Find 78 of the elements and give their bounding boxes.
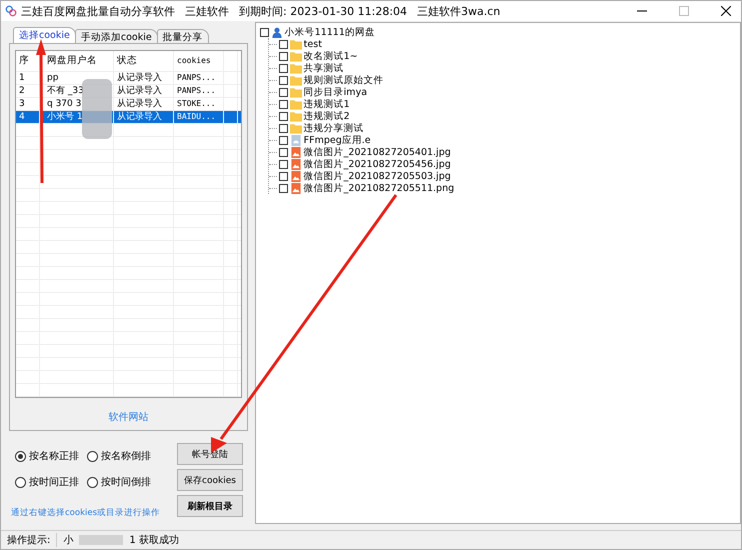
checkbox[interactable] bbox=[278, 112, 288, 120]
tree-item[interactable]: 微信图片_20210827205503.jpg bbox=[304, 170, 451, 182]
tree-item[interactable]: 小米号11111的网盘 bbox=[284, 26, 375, 38]
brand-label: 三娃软件 bbox=[185, 4, 229, 18]
checkbox[interactable] bbox=[278, 184, 288, 192]
checkbox[interactable] bbox=[260, 28, 269, 36]
action-button[interactable]: 刷新根目录 bbox=[177, 495, 243, 517]
table-cell: PANPS... bbox=[174, 85, 224, 97]
table-cell: 从记录导入 bbox=[114, 111, 174, 123]
file-icon bbox=[290, 134, 302, 146]
status-label: 操作提示: bbox=[7, 534, 50, 547]
checkbox[interactable] bbox=[278, 88, 288, 96]
column-header: 状态 bbox=[114, 51, 174, 71]
tree-item[interactable]: 微信图片_20210827205401.jpg bbox=[304, 146, 451, 158]
table-cell: 3 bbox=[16, 98, 40, 110]
checkbox[interactable] bbox=[278, 100, 288, 108]
tree-item[interactable]: 共享测试 bbox=[304, 62, 344, 74]
expiry-label: 到期时间: 2023-01-30 11:28:04 bbox=[239, 4, 408, 18]
checkbox[interactable] bbox=[278, 136, 288, 144]
website-link[interactable]: 软件网站 bbox=[15, 410, 242, 424]
tree-item[interactable]: 同步目录imya bbox=[304, 86, 368, 98]
table-cell: PANPS... bbox=[174, 72, 224, 84]
checkbox[interactable] bbox=[278, 76, 288, 84]
checkbox[interactable] bbox=[278, 172, 288, 180]
table-cell: STOKE... bbox=[174, 98, 224, 110]
table-cell: 从记录导入 bbox=[114, 98, 174, 110]
tree-item[interactable]: 微信图片_20210827205456.jpg bbox=[304, 158, 451, 170]
image-file-icon bbox=[290, 182, 302, 194]
table-cell: 4 bbox=[16, 111, 40, 123]
table-cell: 1 bbox=[16, 72, 40, 84]
sort-radio[interactable]: 按名称倒排 bbox=[87, 449, 167, 463]
folder-icon bbox=[290, 110, 302, 122]
table-cell: BAIDU... bbox=[174, 111, 224, 123]
tree-item[interactable]: test bbox=[304, 38, 322, 50]
site-label: 三娃软件3wa.cn bbox=[417, 4, 500, 18]
checkbox[interactable] bbox=[278, 160, 288, 168]
status-message: 小 bbox=[63, 534, 74, 547]
tree-item[interactable]: 微信图片_20210827205511.png bbox=[304, 182, 454, 194]
action-button[interactable]: 保存cookies bbox=[177, 469, 243, 491]
tree-item[interactable]: 违规分享测试 bbox=[304, 122, 364, 134]
tab[interactable]: 手动添加cookie bbox=[74, 29, 158, 43]
app-logo-icon bbox=[5, 5, 17, 17]
checkbox[interactable] bbox=[278, 40, 288, 48]
folder-icon bbox=[290, 50, 302, 62]
tree-item[interactable]: 改名测试1~ bbox=[304, 50, 358, 62]
folder-icon bbox=[290, 74, 302, 86]
sort-radio[interactable]: 按名称正排 bbox=[15, 449, 87, 463]
column-header: cookies bbox=[174, 51, 224, 71]
sort-radio[interactable]: 按时间倒排 bbox=[87, 475, 167, 489]
folder-icon bbox=[290, 122, 302, 134]
table-cell: 从记录导入 bbox=[114, 72, 174, 84]
checkbox[interactable] bbox=[278, 124, 288, 132]
checkbox[interactable] bbox=[278, 52, 288, 60]
table-cell: 2 bbox=[16, 85, 40, 97]
checkbox[interactable] bbox=[278, 64, 288, 72]
tree-item[interactable]: 规则测试原始文件 bbox=[304, 74, 384, 86]
image-file-icon bbox=[290, 146, 302, 158]
close-icon[interactable] bbox=[721, 6, 731, 16]
tab[interactable]: 选择cookie bbox=[13, 27, 76, 43]
folder-icon bbox=[290, 62, 302, 74]
image-file-icon bbox=[290, 170, 302, 182]
folder-icon bbox=[290, 98, 302, 110]
blurred-area bbox=[82, 79, 112, 139]
tree-item[interactable]: 违规测试2 bbox=[304, 110, 350, 122]
checkbox[interactable] bbox=[278, 148, 288, 156]
folder-icon bbox=[290, 38, 302, 50]
status-message: 1 获取成功 bbox=[129, 534, 179, 547]
tree-item[interactable]: FFmpeg应用.e bbox=[304, 134, 371, 146]
table-cell: 从记录导入 bbox=[114, 85, 174, 97]
blurred-area bbox=[79, 535, 124, 545]
tree-item[interactable]: 违规测试1 bbox=[304, 98, 350, 110]
sort-radio[interactable]: 按时间正排 bbox=[15, 475, 87, 489]
user-icon bbox=[270, 26, 283, 38]
folder-icon bbox=[290, 86, 302, 98]
image-file-icon bbox=[290, 158, 302, 170]
tab[interactable]: 批量分享 bbox=[156, 29, 209, 43]
window-title: 三娃百度网盘批量自动分享软件 bbox=[21, 4, 175, 18]
hint-text: 通过右键选择cookies或目录进行操作 bbox=[11, 507, 160, 519]
